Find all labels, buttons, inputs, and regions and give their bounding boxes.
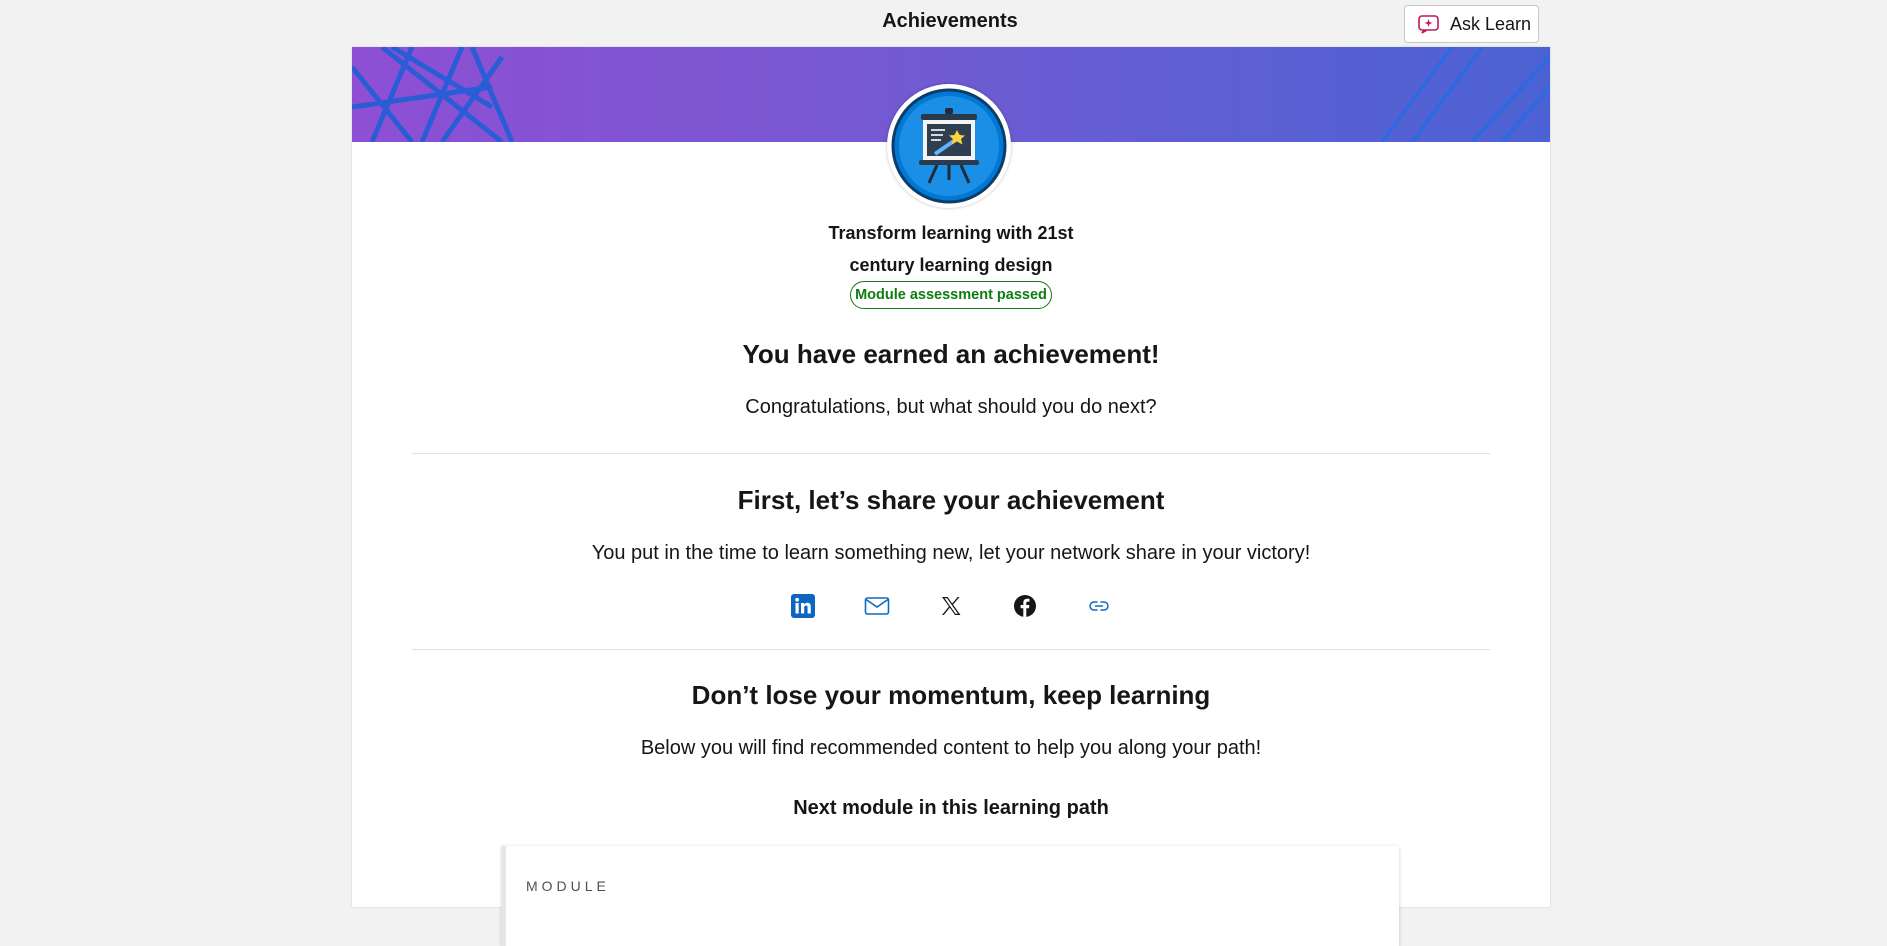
- ask-learn-label: Ask Learn: [1450, 13, 1532, 34]
- share-email-button[interactable]: [864, 593, 890, 619]
- module-type-label: MODULE: [526, 878, 610, 894]
- ask-learn-button[interactable]: Ask Learn: [1404, 5, 1539, 43]
- share-buttons: [352, 593, 1550, 619]
- momentum-heading: Don’t lose your momentum, keep learning: [691, 680, 1211, 710]
- share-linkedin-button[interactable]: [790, 593, 816, 619]
- share-subtext: You put in the time to learn something n…: [591, 542, 1311, 564]
- share-heading: First, let’s share your achievement: [737, 485, 1165, 515]
- share-x-button[interactable]: [938, 593, 964, 619]
- achievement-badge: [887, 84, 1011, 208]
- status-badge: Module assessment passed: [850, 281, 1052, 309]
- copy-link-button[interactable]: [1086, 593, 1112, 619]
- next-module-heading: Next module in this learning path: [793, 797, 1109, 819]
- divider: [412, 649, 1490, 650]
- facebook-icon: [1014, 595, 1036, 617]
- module-title-line-1: Transform learning with 21st: [828, 223, 1074, 243]
- earned-heading: You have earned an achievement!: [742, 339, 1160, 369]
- next-module-card[interactable]: MODULE: [502, 846, 1399, 946]
- x-icon: [942, 597, 961, 615]
- divider: [412, 453, 1490, 454]
- presentation-board-icon: [891, 88, 1007, 204]
- email-icon: [864, 597, 890, 615]
- momentum-subtext: Below you will find recommended content …: [640, 737, 1262, 759]
- top-bar: Achievements Ask Learn: [0, 0, 1887, 47]
- module-title-line-2: century learning design: [849, 255, 1053, 275]
- achievement-card: Transform learning with 21st century lea…: [352, 47, 1550, 946]
- page-title: Achievements: [882, 10, 1018, 32]
- module-title: Transform learning with 21st century lea…: [352, 217, 1550, 281]
- share-facebook-button[interactable]: [1012, 593, 1038, 619]
- ask-learn-icon: [1417, 14, 1441, 34]
- link-icon: [1089, 601, 1109, 611]
- earned-subtext: Congratulations, but what should you do …: [745, 396, 1157, 418]
- linkedin-icon: [791, 594, 815, 618]
